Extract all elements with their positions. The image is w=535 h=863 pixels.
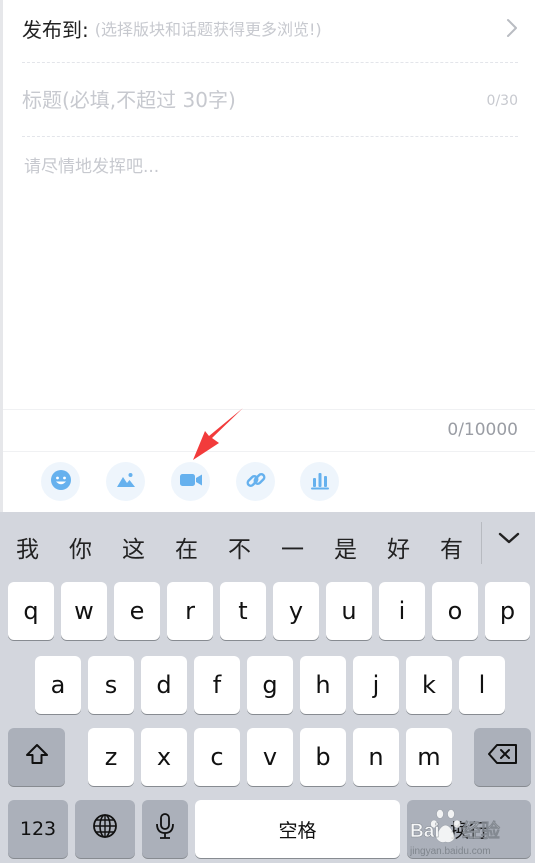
shift-icon (24, 742, 50, 772)
key-a[interactable]: a (35, 656, 81, 714)
key-m[interactable]: m (406, 728, 452, 786)
key-l[interactable]: l (459, 656, 505, 714)
key-x[interactable]: x (141, 728, 187, 786)
key-u[interactable]: u (326, 582, 372, 640)
shift-key[interactable] (8, 728, 65, 786)
candidate-word[interactable]: 我 (16, 530, 39, 564)
key-f[interactable]: f (194, 656, 240, 714)
svg-text:Bai: Bai (410, 821, 440, 842)
backspace-key[interactable] (474, 728, 531, 786)
key-t[interactable]: t (220, 582, 266, 640)
key-n[interactable]: n (353, 728, 399, 786)
key-s[interactable]: s (88, 656, 134, 714)
key-o[interactable]: o (432, 582, 478, 640)
baidu-watermark: Bai 经验 jingyan.baidu.com (410, 809, 501, 857)
candidate-word[interactable]: 有 (440, 530, 463, 564)
key-h[interactable]: h (300, 656, 346, 714)
candidate-word[interactable]: 是 (334, 530, 357, 564)
key-v[interactable]: v (247, 728, 293, 786)
candidate-word[interactable]: 一 (281, 530, 304, 564)
microphone-key[interactable] (142, 800, 188, 858)
candidate-word[interactable]: 好 (387, 530, 410, 564)
key-b[interactable]: b (300, 728, 346, 786)
key-y[interactable]: y (273, 582, 319, 640)
key-k[interactable]: k (406, 656, 452, 714)
candidate-word[interactable]: 这 (122, 530, 145, 564)
key-r[interactable]: r (167, 582, 213, 640)
backspace-icon (487, 742, 519, 772)
space-key[interactable]: 空格 (195, 800, 400, 858)
candidate-bar: 我 你 这 在 不 一 是 好 有 (0, 512, 535, 578)
chevron-down-icon[interactable] (497, 530, 521, 550)
globe-icon (91, 812, 119, 846)
svg-text:经验: 经验 (462, 819, 501, 842)
numbers-key[interactable]: 123 (8, 800, 68, 858)
annotation-arrow (193, 408, 243, 460)
key-w[interactable]: w (61, 582, 107, 640)
candidate-divider (481, 522, 482, 564)
key-d[interactable]: d (141, 656, 187, 714)
key-q[interactable]: q (8, 582, 54, 640)
key-j[interactable]: j (353, 656, 399, 714)
microphone-icon (155, 812, 175, 846)
key-e[interactable]: e (114, 582, 160, 640)
key-g[interactable]: g (247, 656, 293, 714)
compose-screen: 发布到: (选择版块和话题获得更多浏览!) 标题(必填,不超过 30字) 0/3… (0, 0, 535, 863)
candidate-word[interactable]: 在 (175, 530, 198, 564)
globe-key[interactable] (75, 800, 135, 858)
svg-text:jingyan.baidu.com: jingyan.baidu.com (410, 846, 491, 857)
key-z[interactable]: z (88, 728, 134, 786)
candidate-word[interactable]: 你 (69, 530, 92, 564)
key-i[interactable]: i (379, 582, 425, 640)
key-c[interactable]: c (194, 728, 240, 786)
key-p[interactable]: p (485, 582, 530, 640)
candidate-word[interactable]: 不 (228, 530, 251, 564)
